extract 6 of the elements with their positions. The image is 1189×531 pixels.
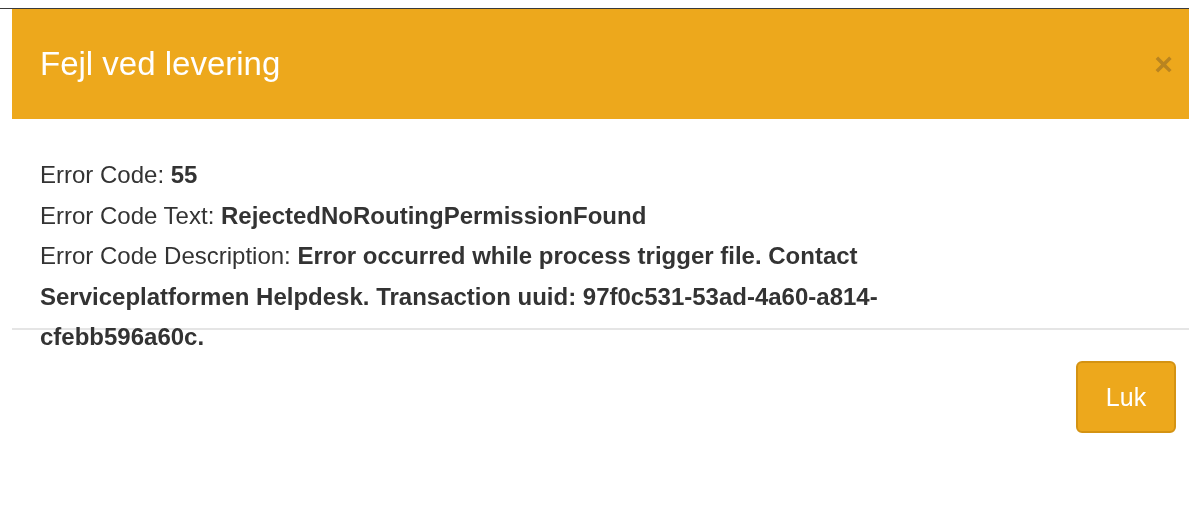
close-button[interactable]: ×	[1154, 48, 1173, 80]
dialog-title: Fejl ved levering	[40, 45, 281, 83]
error-detail: Error Code Text: RejectedNoRoutingPermissionFound	[40, 200, 648, 231]
close-dialog-button[interactable]: Luk	[1076, 361, 1176, 433]
error-detail: Error Code: 55	[40, 160, 199, 190]
error-detail: Error Code Description: Error occurred while process trigger file. Contact Serviceplatformen Helpdesk. Transaction uuid: 97f0c531-53ad-4a60-a814-cfebb596a60c.	[40, 241, 879, 352]
